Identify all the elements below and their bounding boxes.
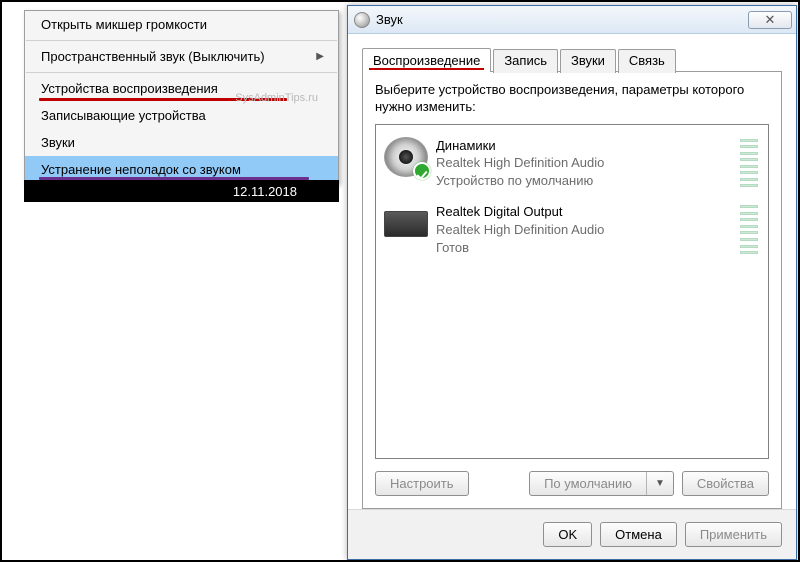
tab-label: Звуки	[571, 53, 605, 68]
device-list[interactable]: Динамики Realtek High Definition Audio У…	[375, 124, 769, 459]
apply-button[interactable]: Применить	[685, 522, 782, 547]
button-label: Свойства	[697, 476, 754, 491]
ctx-playback-devices[interactable]: Устройства воспроизведения	[25, 75, 338, 102]
dialog-footer: OK Отмена Применить	[348, 509, 796, 559]
taskbar-fragment: 12.11.2018	[24, 180, 339, 202]
device-text: Realtek Digital Output Realtek High Defi…	[436, 203, 734, 256]
ctx-sounds[interactable]: Звуки	[25, 129, 338, 156]
properties-button[interactable]: Свойства	[682, 471, 769, 496]
button-label: Отмена	[615, 527, 662, 542]
ctx-recording-devices[interactable]: Записывающие устройства SysAdminTips.ru	[25, 102, 338, 129]
titlebar[interactable]: Звук ✕	[348, 6, 796, 34]
device-row[interactable]: Realtek Digital Output Realtek High Defi…	[382, 199, 762, 266]
ctx-open-mixer[interactable]: Открыть микшер громкости	[25, 11, 338, 38]
button-label: OK	[558, 527, 577, 542]
level-meter	[740, 203, 758, 256]
chevron-right-icon: ▶	[316, 51, 324, 62]
taskbar-date: 12.11.2018	[233, 184, 297, 199]
ctx-troubleshoot-sound[interactable]: Устранение неполадок со звуком	[25, 156, 338, 183]
chevron-down-icon[interactable]: ▼	[647, 474, 673, 493]
annotation-underline-red	[39, 98, 287, 101]
close-button[interactable]: ✕	[748, 11, 792, 29]
tab-label: Воспроизведение	[373, 53, 480, 68]
ctx-item-label: Пространственный звук (Выключить)	[41, 49, 265, 64]
configure-button[interactable]: Настроить	[375, 471, 469, 496]
ctx-spatial-sound[interactable]: Пространственный звук (Выключить) ▶	[25, 43, 338, 70]
ctx-item-label: Записывающие устройства	[41, 108, 206, 123]
tab-playback[interactable]: Воспроизведение	[362, 48, 491, 72]
dialog-body: Воспроизведение Запись Звуки Связь Выбер…	[348, 34, 796, 509]
button-label: Применить	[700, 527, 767, 542]
panel-button-row: Настроить По умолчанию ▼ Свойства	[375, 471, 769, 496]
level-meter	[740, 137, 758, 190]
tab-communications[interactable]: Связь	[618, 49, 676, 73]
volume-context-menu: Открыть микшер громкости Пространственны…	[24, 10, 339, 184]
window-title: Звук	[376, 12, 748, 27]
tab-panel-playback: Выберите устройство воспроизведения, пар…	[362, 71, 782, 509]
ctx-item-label: Устранение неполадок со звуком	[41, 162, 241, 177]
ctx-item-label: Открыть микшер громкости	[41, 17, 207, 32]
ctx-item-label: Звуки	[41, 135, 75, 150]
menu-separator	[26, 40, 337, 41]
panel-instruction: Выберите устройство воспроизведения, пар…	[375, 82, 769, 116]
digital-output-icon	[384, 211, 428, 237]
tab-sounds[interactable]: Звуки	[560, 49, 616, 73]
sound-dialog: Звук ✕ Воспроизведение Запись Звуки Связ…	[347, 5, 797, 560]
speaker-icon	[354, 12, 370, 28]
device-status: Готов	[436, 239, 734, 257]
device-text: Динамики Realtek High Definition Audio У…	[436, 137, 734, 190]
device-row[interactable]: Динамики Realtek High Definition Audio У…	[382, 133, 762, 200]
speaker-icon	[384, 137, 428, 177]
device-driver: Realtek High Definition Audio	[436, 221, 734, 239]
menu-separator	[26, 72, 337, 73]
ok-button[interactable]: OK	[543, 522, 592, 547]
tab-label: Запись	[504, 53, 547, 68]
device-status: Устройство по умолчанию	[436, 172, 734, 190]
tab-strip: Воспроизведение Запись Звуки Связь	[362, 48, 782, 72]
button-label: По умолчанию	[530, 472, 647, 495]
device-driver: Realtek High Definition Audio	[436, 154, 734, 172]
ctx-item-label: Устройства воспроизведения	[41, 81, 218, 96]
cancel-button[interactable]: Отмена	[600, 522, 677, 547]
button-label: Настроить	[390, 476, 454, 491]
tab-label: Связь	[629, 53, 665, 68]
close-icon: ✕	[765, 12, 776, 28]
set-default-button[interactable]: По умолчанию ▼	[529, 471, 674, 496]
device-name: Realtek Digital Output	[436, 203, 734, 221]
default-check-icon	[413, 162, 431, 180]
device-name: Динамики	[436, 137, 734, 155]
tab-recording[interactable]: Запись	[493, 49, 558, 73]
